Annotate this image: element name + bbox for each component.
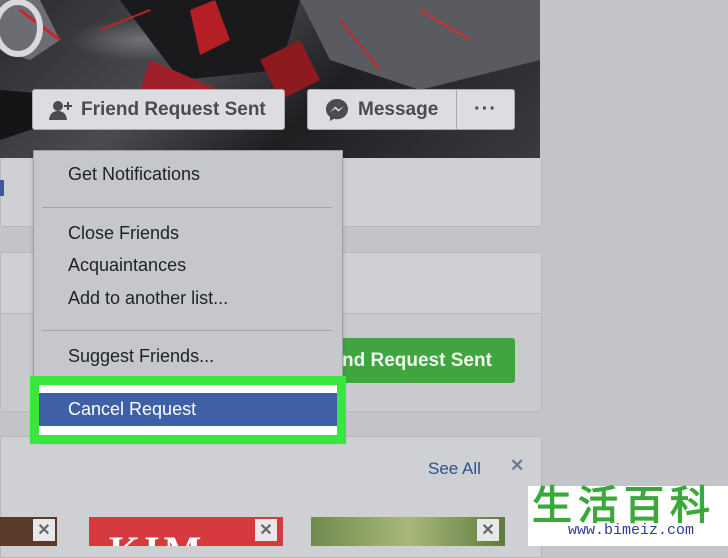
cancel-request-label: Cancel Request <box>68 399 197 419</box>
message-button[interactable]: Message <box>307 89 457 130</box>
more-options-button[interactable]: ··· <box>456 89 515 130</box>
messenger-icon <box>326 98 348 121</box>
watermark: 生活百科 www.bimeiz.com <box>528 484 728 546</box>
close-icon[interactable]: ✕ <box>510 456 524 476</box>
remove-suggestion-icon[interactable]: ✕ <box>33 519 55 541</box>
get-notifications-item[interactable]: Get Notifications <box>68 164 200 185</box>
profile-link-fragment[interactable] <box>0 180 4 196</box>
green-button-label: nd Request Sent <box>342 349 492 371</box>
friend-request-sent-green-button[interactable]: nd Request Sent <box>328 338 515 383</box>
see-all-link[interactable]: See All <box>428 459 481 479</box>
watermark-url: www.bimeiz.com <box>568 522 695 539</box>
friend-request-sent-button[interactable]: Friend Request Sent <box>32 89 285 130</box>
cancel-request-item[interactable]: Cancel Request <box>39 393 337 426</box>
cover-photo <box>0 0 540 158</box>
suggestion-thumbnail[interactable]: ✕ <box>311 517 505 546</box>
suggestion-thumbnail[interactable]: KIM ✕ <box>89 517 283 546</box>
thumbnail-kim-text: KIM <box>109 527 205 546</box>
close-friends-item[interactable]: Close Friends <box>68 223 179 244</box>
menu-divider <box>42 207 332 208</box>
menu-divider <box>42 330 332 331</box>
remove-suggestion-icon[interactable]: ✕ <box>255 519 277 541</box>
more-options-icon: ··· <box>474 98 497 120</box>
remove-suggestion-icon[interactable]: ✕ <box>477 519 499 541</box>
message-label: Message <box>358 98 439 120</box>
friend-request-sent-label: Friend Request Sent <box>81 98 266 120</box>
suggest-friends-item[interactable]: Suggest Friends... <box>68 346 214 367</box>
friend-request-icon <box>49 100 72 120</box>
suggestion-thumbnail[interactable]: ✕ <box>0 517 57 546</box>
cover-art <box>0 0 540 140</box>
acquaintances-item[interactable]: Acquaintances <box>68 255 186 276</box>
add-to-another-list-item[interactable]: Add to another list... <box>68 288 228 309</box>
